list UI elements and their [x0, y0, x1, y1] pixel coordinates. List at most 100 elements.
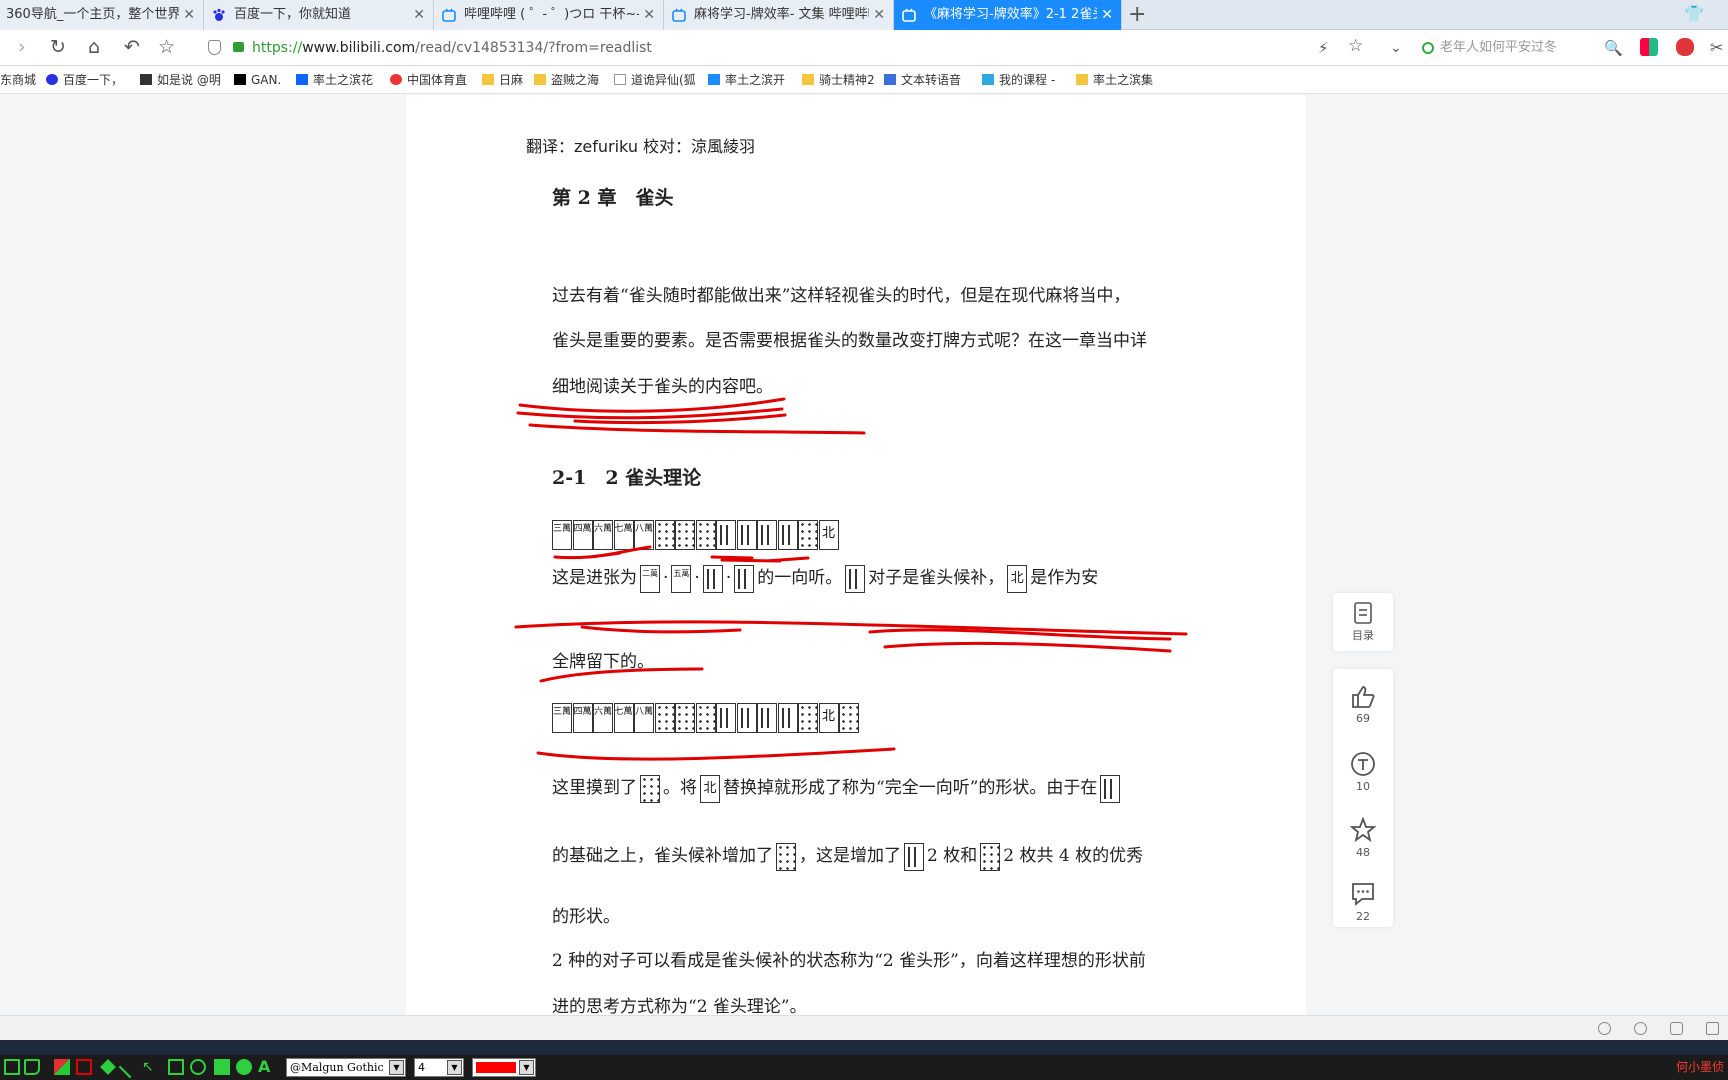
bookmark-item[interactable]: GAN.	[234, 67, 281, 93]
chevron-down-icon[interactable]: ▼	[389, 1060, 404, 1075]
mahjong-tile	[777, 703, 798, 733]
bookmark-item[interactable]: 率土之滨开	[708, 67, 785, 93]
like-button[interactable]: 69	[1333, 685, 1393, 725]
list-icon	[1354, 602, 1372, 624]
mahjong-tile: 八萬	[634, 520, 654, 550]
new-tab-button[interactable]: +	[1128, 2, 1146, 27]
mahjong-tile: 三萬	[552, 703, 572, 733]
mahjong-tile: 北	[700, 774, 720, 803]
paragraph-line: 全牌留下的。	[552, 652, 654, 672]
folder-icon	[482, 74, 494, 85]
close-icon[interactable]: ✕	[413, 0, 425, 30]
bookmark-item[interactable]: 东商城	[0, 67, 36, 93]
home-icon[interactable]: ⌂	[88, 36, 100, 58]
tab-bilibili-article[interactable]: 《麻将学习-牌效率》2-1 2雀头 ✕	[894, 0, 1122, 30]
ellipse-icon[interactable]	[190, 1059, 206, 1075]
bookmark-folder[interactable]: 骑士精神2	[802, 67, 875, 93]
mahjong-tile: 五萬	[671, 564, 692, 593]
paragraph-line: 的形状。	[552, 907, 620, 927]
line-icon[interactable]	[118, 1055, 142, 1079]
toc-panel: 目录	[1333, 593, 1393, 651]
close-icon[interactable]: ✕	[873, 0, 885, 30]
paragraph-line: 2 种的对子可以看成是雀头候补的状态称为“2 雀头形”，向着这样理想的形状前	[552, 951, 1146, 971]
url-field[interactable]: https://www.bilibili.com/read/cv14853134…	[252, 35, 1302, 61]
tab-bilibili-home[interactable]: 哔哩哔哩 ( ゜- ゜)つロ 干杯~-bi ✕	[434, 0, 664, 30]
coin-button[interactable]: 10	[1333, 751, 1393, 793]
rocket-icon[interactable]	[1598, 1022, 1611, 1035]
cctv-star-icon	[390, 74, 402, 85]
pen-icon[interactable]	[76, 1059, 92, 1075]
mahjong-hand-2: 三萬 四萬 六萬 七萬 八萬 北	[552, 703, 860, 733]
mahjong-tile	[675, 703, 695, 733]
close-icon[interactable]: ✕	[183, 0, 195, 30]
mahjong-tile: 八萬	[634, 703, 654, 733]
paragraph-line: 进的思考方式称为“2 雀头理论”。	[552, 997, 807, 1015]
paragraph-line: 过去有着“雀头随时都能做出来”这样轻视雀头的时代，但是在现代麻将当中，	[552, 286, 1131, 306]
mahjong-tile	[736, 703, 757, 733]
tab-bilibili-collection[interactable]: 麻将学习-牌效率- 文集 哔哩哔哩 ✕	[664, 0, 894, 30]
search-placeholder: 老年人如何平安过冬	[1440, 40, 1558, 55]
section-title: 2-1 2 雀头理论	[552, 467, 702, 489]
speaker-icon[interactable]	[1706, 1022, 1719, 1035]
toc-button[interactable]: 目录	[1333, 602, 1393, 643]
search-input[interactable]: 老年人如何平安过冬	[1418, 35, 1618, 61]
tab-360[interactable]: 360导航_一个主页，整个世界 ✕	[0, 0, 204, 30]
tab-baidu[interactable]: 百度一下，你就知道 ✕	[204, 0, 434, 30]
favorite-button[interactable]: 48	[1333, 817, 1393, 859]
mahjong-tile	[736, 520, 757, 550]
filled-rectangle-icon[interactable]	[214, 1059, 230, 1075]
font-select[interactable]: @Malgun Gothic ▼	[286, 1058, 406, 1077]
text-tool-icon[interactable]: A	[258, 1059, 274, 1075]
forward-icon[interactable]: ›	[18, 36, 26, 58]
search-icon[interactable]: 🔍	[1604, 39, 1623, 57]
close-icon[interactable]: ✕	[1101, 0, 1113, 30]
bookmark-item[interactable]: 百度一下，	[46, 67, 123, 93]
bookmark-item[interactable]: 中国体育直	[390, 67, 467, 93]
chevron-down-icon[interactable]: ▼	[447, 1060, 462, 1075]
bookmark-folder[interactable]: 日麻	[482, 67, 523, 93]
pen-color-select[interactable]: ▼	[472, 1058, 536, 1077]
filled-ellipse-icon[interactable]	[236, 1059, 252, 1075]
tab-title: 360导航_一个主页，整个世界	[6, 7, 179, 22]
bilibili-tv-icon	[902, 8, 916, 22]
trash-icon[interactable]	[1670, 1022, 1683, 1035]
bookmark-item[interactable]: 如是说 @明	[140, 67, 221, 93]
close-icon[interactable]: ✕	[643, 0, 655, 30]
bookmark-star-icon[interactable]: ☆	[1348, 36, 1363, 56]
comment-button[interactable]: 22	[1333, 881, 1393, 923]
security-shield-icon[interactable]	[208, 40, 221, 55]
pen-size-select[interactable]: 4 ▼	[414, 1058, 464, 1077]
highlighter-icon[interactable]	[100, 1059, 116, 1075]
bookmark-item[interactable]: 我的课程 -	[982, 67, 1055, 93]
game-controller-icon[interactable]	[1676, 38, 1694, 56]
apps-grid-icon[interactable]	[1640, 38, 1658, 56]
bookmark-folder[interactable]: 盗贼之海	[534, 67, 599, 93]
chevron-down-icon[interactable]: ▼	[519, 1060, 534, 1075]
skin-shirt-icon[interactable]: 👕	[1684, 4, 1704, 23]
save-icon[interactable]	[4, 1059, 20, 1075]
tab-title: 哔哩哔哩 ( ゜- ゜)つロ 干杯~-bi	[464, 7, 639, 22]
rectangle-icon[interactable]	[168, 1059, 184, 1075]
bookmark-item[interactable]: 率土之滨花	[296, 67, 373, 93]
health-icon[interactable]	[1634, 1022, 1647, 1035]
mahjong-tile	[798, 703, 818, 733]
mahjong-tile	[654, 703, 675, 733]
url-path: /read/cv14853134/?from=readlist	[415, 40, 652, 56]
open-icon[interactable]	[24, 1059, 40, 1075]
lightning-icon[interactable]: ⚡	[1318, 39, 1329, 57]
arrow-icon[interactable]: ↖	[142, 1059, 158, 1075]
mahjong-tile: 七萬	[613, 703, 634, 733]
mahjong-tile	[777, 520, 798, 550]
reload-icon[interactable]: ↻	[50, 36, 66, 58]
text-to-speech-icon	[884, 74, 896, 85]
favorite-star-icon[interactable]: ☆	[158, 36, 175, 58]
bookmark-item[interactable]: 率土之滨集	[1076, 67, 1153, 93]
favorite-count: 48	[1356, 846, 1370, 859]
tab-title: 百度一下，你就知道	[234, 7, 352, 22]
eraser-icon[interactable]	[54, 1059, 70, 1075]
chevron-down-icon[interactable]: ⌄	[1390, 40, 1402, 56]
undo-close-icon[interactable]: ↶	[124, 36, 140, 58]
bookmark-item[interactable]: 道诡异仙(狐	[614, 67, 696, 93]
scissors-icon[interactable]: ✂	[1710, 38, 1723, 57]
bookmark-item[interactable]: 文本转语音	[884, 67, 961, 93]
